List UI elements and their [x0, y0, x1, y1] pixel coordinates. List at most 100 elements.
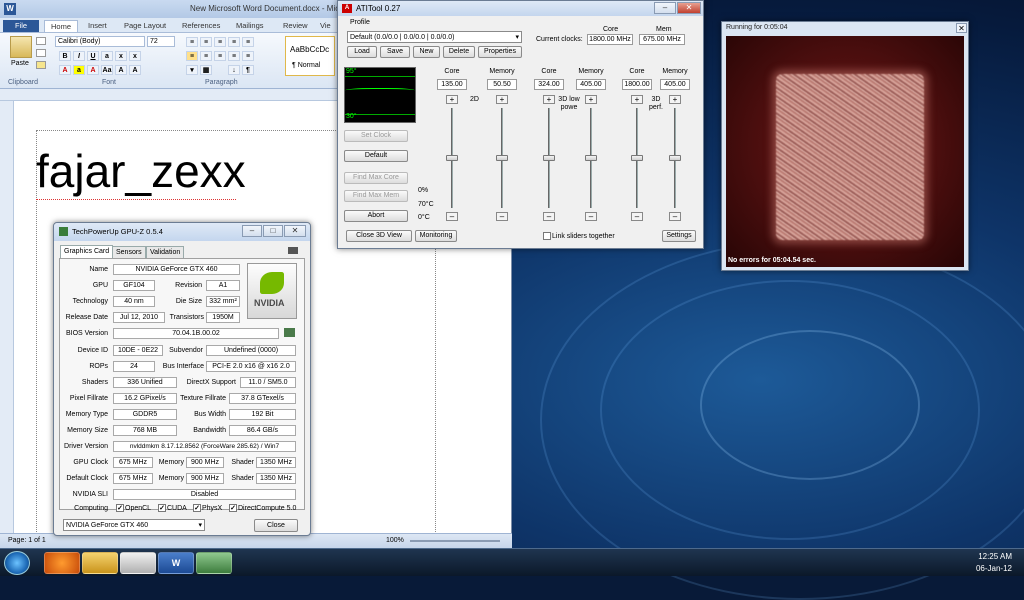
slider-3dperf-mem-value[interactable]: 405.00 — [660, 79, 690, 90]
show-marks-icon[interactable]: ¶ — [242, 65, 254, 75]
find-max-mem-button[interactable]: Find Max Mem — [344, 190, 408, 202]
slider-2d-mem-value[interactable]: 50.50 — [487, 79, 517, 90]
font-name-box[interactable]: Calibri (Body) — [55, 36, 145, 47]
atitool-window[interactable]: A ATITool 0.27 – ✕ Profile Default (0.0/… — [337, 0, 704, 249]
highlight-button[interactable]: a — [73, 65, 85, 75]
close-3d-view-button[interactable]: Close 3D View — [346, 230, 412, 242]
zoom-slider[interactable] — [410, 540, 500, 542]
word-taskbar-icon[interactable]: W — [158, 552, 194, 574]
settings-button[interactable]: Settings — [662, 230, 696, 242]
screenshot-icon[interactable] — [288, 247, 298, 254]
checkbox-box[interactable] — [543, 232, 551, 240]
tab-references[interactable]: References — [182, 20, 220, 32]
increase-indent-icon[interactable]: ≡ — [242, 37, 254, 47]
gpuz-taskbar-icon[interactable] — [196, 552, 232, 574]
align-right-icon[interactable]: ≡ — [214, 51, 226, 61]
physx-checkbox[interactable]: ✓ PhysX — [193, 504, 222, 512]
slider-3dperf-core-plus[interactable]: + — [631, 95, 643, 104]
line-spacing-icon[interactable]: ≡ — [242, 51, 254, 61]
slider-3dlow-core-plus[interactable]: + — [543, 95, 555, 104]
slider-2d-core-value[interactable]: 135.00 — [437, 79, 467, 90]
gpuz-maximize-button[interactable]: □ — [263, 225, 283, 237]
change-case-button[interactable]: Aa — [101, 65, 113, 75]
firefox-taskbar-icon[interactable] — [44, 552, 80, 574]
word-app-icon[interactable]: W — [4, 3, 16, 15]
slider-3dlow-mem-plus[interactable]: + — [585, 95, 597, 104]
slider-2d-core-plus[interactable]: + — [446, 95, 458, 104]
tab-file[interactable]: File — [3, 20, 39, 32]
format-painter-icon[interactable] — [36, 61, 46, 69]
slider-3dlow-core-minus[interactable]: – — [543, 212, 555, 221]
slider-3dperf-mem-minus[interactable]: – — [669, 212, 681, 221]
tab-insert[interactable]: Insert — [88, 20, 107, 32]
card-select-dropdown[interactable]: NVIDIA GeForce GTX 460 ▾ — [63, 519, 205, 531]
zoom-level[interactable]: 100% — [386, 537, 404, 544]
default-button[interactable]: Default — [344, 150, 408, 162]
shading-icon[interactable]: ▾ — [186, 65, 198, 75]
link-sliders-checkbox[interactable]: Link sliders together — [543, 232, 615, 240]
render-window[interactable]: Running for 0:05:04 ✕ No errors for 05:0… — [721, 21, 969, 271]
directcompute-checkbox[interactable]: ✓ DirectCompute 5.0 — [229, 504, 296, 512]
tab-mailings[interactable]: Mailings — [236, 20, 264, 32]
properties-button[interactable]: Properties — [478, 46, 522, 58]
font-color-button[interactable]: A — [87, 65, 99, 75]
style-normal[interactable]: AaBbCcDc ¶ Normal — [285, 36, 335, 76]
ati-close-button[interactable]: ✕ — [677, 2, 701, 14]
bios-save-icon[interactable] — [284, 328, 295, 337]
bold-button[interactable]: B — [59, 51, 71, 61]
slider-3dlow-core-value[interactable]: 324.00 — [534, 79, 564, 90]
slider-3dlow-mem-minus[interactable]: – — [585, 212, 597, 221]
set-clock-button[interactable]: Set Clock — [344, 130, 408, 142]
paste-icon[interactable] — [10, 36, 32, 58]
slider-3dlow-mem-value[interactable]: 405.00 — [576, 79, 606, 90]
underline-button[interactable]: U — [87, 51, 99, 61]
bullets-icon[interactable]: ≡ — [186, 37, 198, 47]
sort-icon[interactable]: ↓ — [228, 65, 240, 75]
slider-3dperf-mem-thumb[interactable] — [669, 155, 681, 161]
clock-date[interactable]: 06-Jan-12 — [940, 564, 1012, 573]
gpuz-close-button[interactable]: ✕ — [284, 225, 306, 237]
subscript-button[interactable]: x — [115, 51, 127, 61]
numbering-icon[interactable]: ≡ — [200, 37, 212, 47]
slider-3dlow-core-thumb[interactable] — [543, 155, 555, 161]
align-center-icon[interactable]: ≡ — [200, 51, 212, 61]
new-button[interactable]: New — [413, 46, 440, 58]
slider-2d-core-thumb[interactable] — [446, 155, 458, 161]
delete-button[interactable]: Delete — [443, 46, 475, 58]
slider-2d-mem-thumb[interactable] — [496, 155, 508, 161]
tab-graphics-card[interactable]: Graphics Card — [60, 245, 114, 258]
font-size-box[interactable]: 72 — [147, 36, 175, 47]
cut-icon[interactable] — [36, 37, 46, 45]
tab-page-layout[interactable]: Page Layout — [124, 20, 166, 32]
status-page[interactable]: Page: 1 of 1 — [8, 537, 46, 544]
save-button[interactable]: Save — [380, 46, 410, 58]
gpuz-titlebar[interactable]: TechPowerUp GPU-Z 0.5.4 – □ ✕ — [54, 223, 310, 241]
strikethrough-button[interactable]: a — [101, 51, 113, 61]
tab-validation[interactable]: Validation — [146, 246, 185, 258]
tab-home[interactable]: Home — [44, 20, 78, 32]
monitoring-button[interactable]: Monitoring — [415, 230, 457, 242]
cuda-checkbox[interactable]: ✓ CUDA — [158, 504, 187, 512]
gpuz-minimize-button[interactable]: – — [242, 225, 262, 237]
profile-dropdown[interactable]: Default (0.0/0.0 | 0.0/0.0 | 0.0/0.0) ▾ — [347, 31, 522, 43]
slider-3dperf-core-value[interactable]: 1800.00 — [622, 79, 652, 90]
start-button[interactable] — [4, 551, 30, 575]
paste-label[interactable]: Paste — [11, 60, 29, 67]
slider-2d-core-minus[interactable]: – — [446, 212, 458, 221]
text-effects-button[interactable]: A — [59, 65, 71, 75]
slider-3dperf-mem-plus[interactable]: + — [669, 95, 681, 104]
vertical-ruler[interactable] — [0, 101, 14, 533]
opencl-checkbox[interactable]: ✓ OpenCL — [116, 504, 151, 512]
superscript-button[interactable]: x — [129, 51, 141, 61]
slider-2d-mem-plus[interactable]: + — [496, 95, 508, 104]
render-close-button[interactable]: ✕ — [956, 23, 967, 33]
slider-3dlow-mem-thumb[interactable] — [585, 155, 597, 161]
clock-time[interactable]: 12:25 AM — [940, 552, 1012, 561]
slider-2d-mem-minus[interactable]: – — [496, 212, 508, 221]
tab-view[interactable]: Vie — [320, 20, 331, 32]
tab-review[interactable]: Review — [283, 20, 308, 32]
find-max-core-button[interactable]: Find Max Core — [344, 172, 408, 184]
atitool-titlebar[interactable]: A ATITool 0.27 – ✕ — [338, 1, 703, 16]
abort-button[interactable]: Abort — [344, 210, 408, 222]
borders-icon[interactable]: ▦ — [200, 65, 212, 75]
